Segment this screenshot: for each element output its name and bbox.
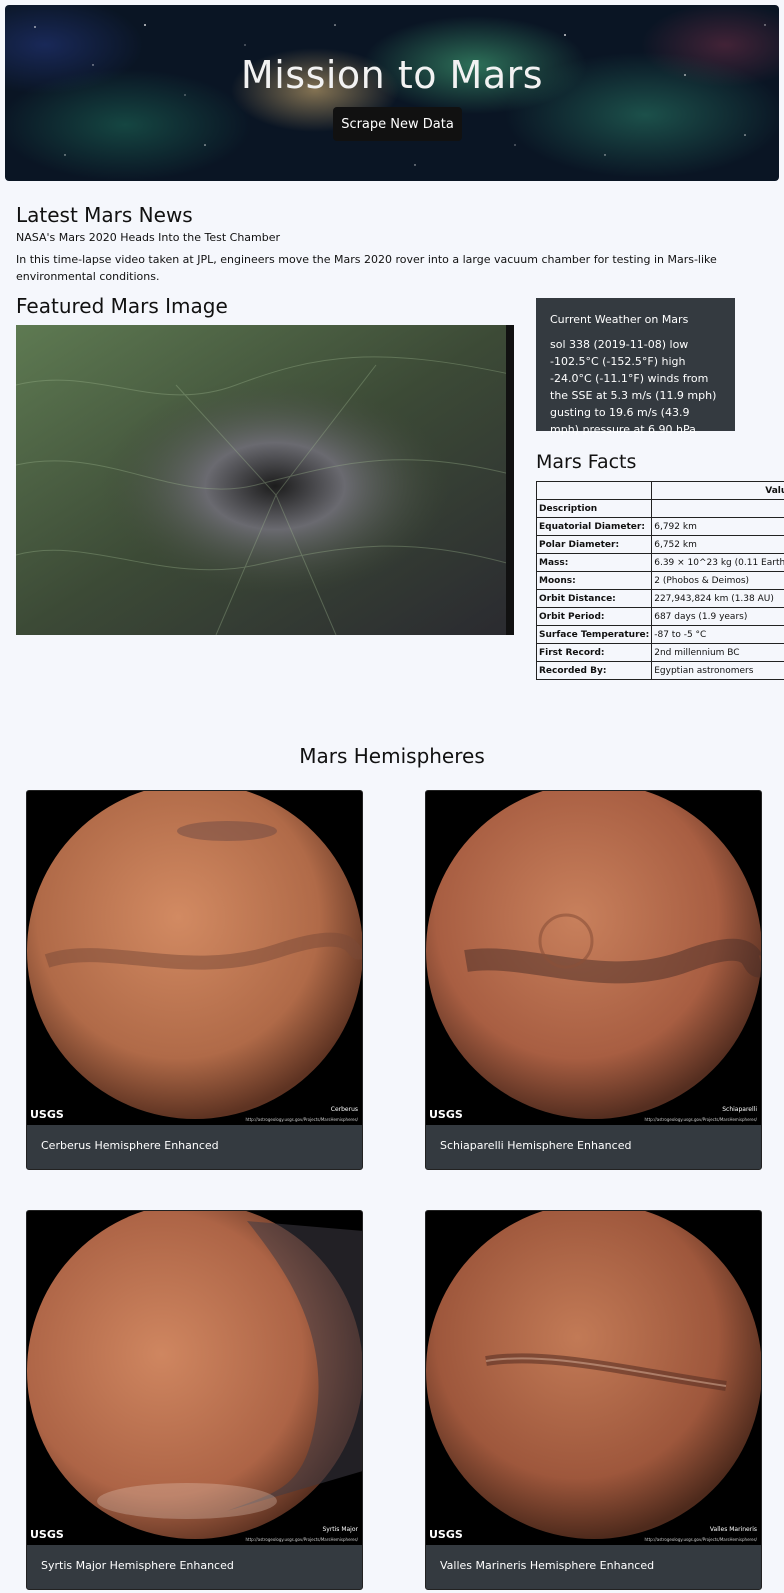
featured-image-heading: Featured Mars Image <box>16 294 228 318</box>
table-row: Orbit Distance: 227,943,824 km (1.38 AU) <box>535 589 784 608</box>
row-value: 6.39 × 10^23 kg (0.11 Earths) <box>651 553 784 572</box>
news-paragraph: In this time-lapse video taken at JPL, e… <box>16 253 717 283</box>
mars-globe-graphic <box>27 1211 362 1539</box>
row-value: 687 days (1.9 years) <box>651 607 784 626</box>
hemisphere-image[interactable]: USGS Syrtis Major http://astrogeology.us… <box>27 1211 362 1545</box>
usgs-logo: USGS <box>30 1528 64 1541</box>
hemisphere-caption: Cerberus Hemisphere Enhanced <box>41 1139 219 1152</box>
page-title: Mission to Mars <box>240 53 544 97</box>
table-row: Orbit Period: 687 days (1.9 years) <box>535 607 784 626</box>
row-value: 6,752 km <box>651 535 784 554</box>
row-value: 2nd millennium BC <box>651 643 784 662</box>
hemispheres-heading: Mars Hemispheres <box>299 744 485 768</box>
table-row: Polar Diameter: 6,752 km <box>535 535 784 554</box>
mars-globe-graphic <box>27 791 362 1119</box>
table-header-row: Description <box>535 499 784 518</box>
hemisphere-image-label: Syrtis Major <box>322 1526 358 1533</box>
hemisphere-image-url: http://astrogeology.usgs.gov/Projects/Ma… <box>644 1117 757 1122</box>
weather-text: sol 338 (2019-11-08) low -102.5°C (-152.… <box>550 338 717 436</box>
row-label: Orbit Distance: <box>535 589 653 608</box>
hemisphere-image[interactable]: USGS Valles Marineris http://astrogeolog… <box>426 1211 761 1545</box>
hemisphere-image-url: http://astrogeology.usgs.gov/Projects/Ma… <box>245 1537 358 1542</box>
featured-image-graphic <box>16 325 514 635</box>
facts-table: Value Description Equatorial Diameter:6,… <box>535 481 784 680</box>
table-header-empty <box>535 481 653 500</box>
hemisphere-image[interactable]: USGS Cerberus http://astrogeology.usgs.g… <box>27 791 362 1125</box>
table-header-value: Value <box>651 481 784 500</box>
table-row: Mass: 6.39 × 10^23 kg (0.11 Earths) <box>535 553 784 572</box>
hemisphere-card-schiaparelli[interactable]: USGS Schiaparelli http://astrogeology.us… <box>425 790 762 1170</box>
hemisphere-image-label: Cerberus <box>330 1106 358 1113</box>
hemisphere-caption: Valles Marineris Hemisphere Enhanced <box>440 1559 655 1572</box>
hemisphere-card-valles-marineris[interactable]: USGS Valles Marineris http://astrogeolog… <box>425 1210 762 1590</box>
table-row: Surface Temperature: -87 to -5 °C <box>535 625 784 644</box>
hemisphere-caption: Syrtis Major Hemisphere Enhanced <box>41 1559 234 1572</box>
usgs-logo: USGS <box>429 1108 463 1121</box>
row-label: Recorded By: <box>535 661 653 680</box>
featured-mars-image[interactable] <box>16 325 514 635</box>
hemisphere-caption: Schiaparelli Hemisphere Enhanced <box>440 1139 632 1152</box>
table-header-row: Value <box>535 481 784 500</box>
scrape-new-data-button[interactable]: Scrape New Data <box>333 107 462 141</box>
mars-globe-graphic <box>426 1211 761 1539</box>
row-label: Moons: <box>535 571 653 590</box>
hemisphere-image[interactable]: USGS Schiaparelli http://astrogeology.us… <box>426 791 761 1125</box>
table-row: Recorded By: Egyptian astronomers <box>535 661 784 680</box>
news-title: NASA's Mars 2020 Heads Into the Test Cha… <box>16 231 281 244</box>
row-label: Mass: <box>535 553 653 572</box>
hemisphere-card-cerberus[interactable]: USGS Cerberus http://astrogeology.usgs.g… <box>26 790 363 1170</box>
row-value: 6,792 km <box>651 517 784 536</box>
row-label: Polar Diameter: <box>535 535 653 554</box>
usgs-logo: USGS <box>30 1108 64 1121</box>
hemisphere-card-syrtis-major[interactable]: USGS Syrtis Major http://astrogeology.us… <box>26 1210 363 1590</box>
row-label: Surface Temperature: <box>535 625 653 644</box>
hemisphere-image-label: Valles Marineris <box>709 1526 757 1533</box>
usgs-logo: USGS <box>429 1528 463 1541</box>
weather-panel: Current Weather on Mars sol 338 (2019-11… <box>536 298 735 436</box>
table-header-description: Description <box>535 499 653 518</box>
hemisphere-image-url: http://astrogeology.usgs.gov/Projects/Ma… <box>644 1537 757 1542</box>
row-value: 227,943,824 km (1.38 AU) <box>651 589 784 608</box>
row-label: First Record: <box>535 643 653 662</box>
table-row: Equatorial Diameter: 6,792 km <box>535 517 784 536</box>
hemisphere-image-label: Schiaparelli <box>722 1106 757 1113</box>
row-label: Orbit Period: <box>535 607 653 626</box>
row-value: Egyptian astronomers <box>651 661 784 680</box>
table-header-empty <box>651 499 784 518</box>
hero-banner: Mission to Mars Scrape New Data <box>5 5 779 181</box>
weather-title: Current Weather on Mars <box>550 313 689 326</box>
mars-globe-graphic <box>426 791 761 1119</box>
table-row: First Record: 2nd millennium BC <box>535 643 784 662</box>
facts-heading: Mars Facts <box>536 451 637 473</box>
row-value: 2 (Phobos & Deimos) <box>651 571 784 590</box>
row-label: Equatorial Diameter: <box>535 517 653 536</box>
row-value: -87 to -5 °C <box>651 625 784 644</box>
news-heading: Latest Mars News <box>16 203 193 227</box>
table-row: Moons: 2 (Phobos & Deimos) <box>535 571 784 590</box>
hemisphere-image-url: http://astrogeology.usgs.gov/Projects/Ma… <box>245 1117 358 1122</box>
